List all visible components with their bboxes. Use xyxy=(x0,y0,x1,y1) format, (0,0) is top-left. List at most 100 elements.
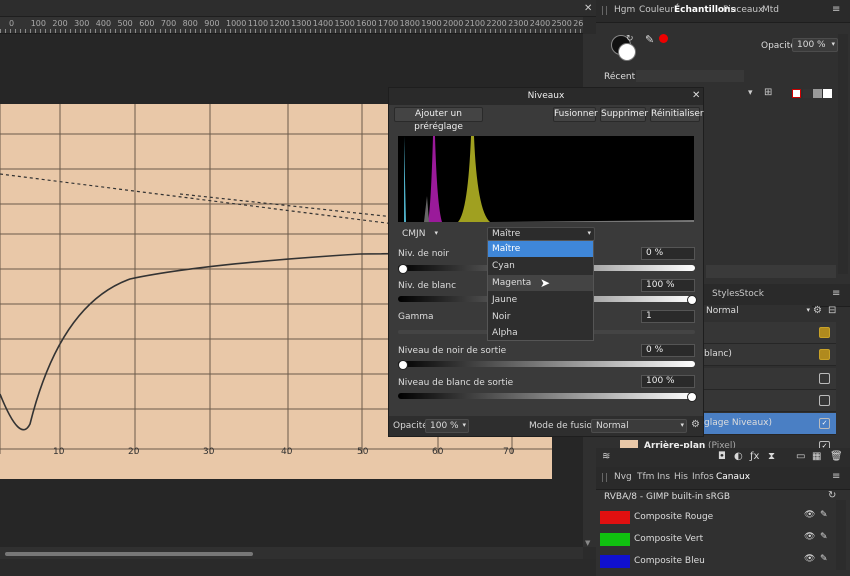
visibility-checkbox[interactable] xyxy=(819,327,830,338)
edit-icon[interactable]: ✎ xyxy=(820,532,828,542)
channel-option-jaune[interactable]: Jaune xyxy=(488,292,593,308)
black-level-knob[interactable] xyxy=(398,264,408,274)
channels-scrollbar[interactable] xyxy=(836,500,846,570)
ruler-label: 900 xyxy=(204,19,220,28)
tab-tfm[interactable]: Tfm xyxy=(637,472,654,482)
ruler-label: 2200 xyxy=(486,19,507,28)
add-layer-icon[interactable]: ▦ xyxy=(812,451,821,462)
channel-dropdown[interactable]: Maître ▾ xyxy=(487,227,595,241)
channel-option-alpha[interactable]: Alpha xyxy=(488,325,593,341)
black-swatch[interactable] xyxy=(803,89,812,98)
panel-scrollbar[interactable] xyxy=(838,34,848,274)
blend-mode-value: Normal xyxy=(706,306,739,316)
trash-icon[interactable]: 🗑 xyxy=(830,451,843,462)
channel-option-cyan[interactable]: Cyan xyxy=(488,258,593,274)
ruler-label: 1000 xyxy=(226,19,247,28)
visibility-checkbox[interactable] xyxy=(819,373,830,384)
reset-button[interactable]: Réinitialiser xyxy=(650,107,704,122)
fx-icon[interactable]: ƒx xyxy=(750,451,759,462)
lock-icon[interactable]: ⊟ xyxy=(828,305,836,316)
tab-pinceaux[interactable]: Pinceaux xyxy=(723,5,763,15)
visibility-checkbox[interactable] xyxy=(819,395,830,406)
dialog-opacity-dropdown[interactable]: 100 % ▾ xyxy=(425,419,469,433)
edit-icon[interactable]: ✎ xyxy=(820,554,828,564)
channel-option-noir[interactable]: Noir xyxy=(488,309,593,325)
adjustment-icon[interactable]: ◐ xyxy=(734,451,743,462)
tab-mtd[interactable]: Mtd xyxy=(762,5,779,15)
eye-icon[interactable]: 👁 xyxy=(804,510,815,520)
merge-button[interactable]: Fusionner xyxy=(553,107,598,122)
ruler-label: 500 xyxy=(117,19,133,28)
output-white-field[interactable]: 100 % xyxy=(641,375,695,388)
folder-icon[interactable]: ▭ xyxy=(796,451,805,462)
channel-row[interactable]: Composite Rouge 👁 ✎ xyxy=(596,507,836,528)
delete-button[interactable]: Supprimer xyxy=(600,107,648,122)
panel-menu-icon[interactable]: ≡ xyxy=(832,288,840,299)
channel-row[interactable]: Composite Vert 👁 ✎ xyxy=(596,529,836,550)
white-level-field[interactable]: 100 % xyxy=(641,279,695,292)
tab-canaux[interactable]: Canaux xyxy=(716,472,750,482)
visibility-checkbox[interactable]: ✓ xyxy=(819,418,830,429)
channel-row[interactable]: Composite Bleu 👁 ✎ xyxy=(596,551,836,576)
ruler-label: 1300 xyxy=(291,19,312,28)
panel-menu-icon[interactable]: ≡ xyxy=(832,471,840,482)
color-mode-dropdown[interactable]: CMJN ▾ xyxy=(398,228,440,242)
add-preset-button[interactable]: Ajouter un préréglage xyxy=(394,107,483,132)
tab-nvg[interactable]: Nvg xyxy=(614,472,632,482)
no-color-swatch[interactable] xyxy=(792,89,801,98)
picked-color-dot xyxy=(659,34,668,43)
output-white-slider[interactable] xyxy=(398,393,695,399)
eye-icon[interactable]: 👁 xyxy=(804,554,815,564)
white-swatch[interactable] xyxy=(823,89,832,98)
graph-axis-label: 20 xyxy=(128,447,140,457)
black-level-field[interactable]: 0 % xyxy=(641,247,695,260)
layers-icon[interactable]: ≋ xyxy=(602,451,610,462)
gear-icon[interactable]: ⚙ xyxy=(691,419,700,430)
output-black-slider[interactable] xyxy=(398,361,695,367)
swap-colors-icon[interactable]: ↻ xyxy=(626,34,634,44)
tab-stock[interactable]: Stock xyxy=(739,289,764,299)
channel-value: Maître xyxy=(492,229,521,239)
live-filter-icon[interactable]: ⧗ xyxy=(768,451,775,462)
channel-option-maitre[interactable]: Maître xyxy=(488,241,593,257)
dialog-blend-value: Normal xyxy=(596,421,629,431)
panel-grip-icon[interactable] xyxy=(602,6,607,15)
document-tab-bar: ✕ xyxy=(0,0,596,17)
eye-icon[interactable]: 👁 xyxy=(804,532,815,542)
channel-name: Composite Vert xyxy=(634,534,704,544)
opacity-dropdown[interactable]: 100 % ▾ xyxy=(792,38,838,52)
tab-infos[interactable]: Infos xyxy=(692,472,714,482)
panel-menu-icon[interactable]: ≡ xyxy=(832,4,840,15)
white-level-knob[interactable] xyxy=(687,295,697,305)
tab-hgm[interactable]: Hgm xyxy=(614,5,635,15)
dialog-blend-dropdown[interactable]: Normal ▾ xyxy=(591,419,687,433)
close-icon[interactable]: ✕ xyxy=(692,90,700,101)
edit-icon[interactable]: ✎ xyxy=(820,510,828,520)
status-bar xyxy=(0,559,596,576)
tab-couleur[interactable]: Couleur xyxy=(639,5,674,15)
horizontal-ruler: 0 100 200 300 400 500 600 700 800 900 1000 1100 1200… xyxy=(0,17,583,34)
tab-styles[interactable]: Styles xyxy=(712,289,739,299)
visibility-checkbox[interactable] xyxy=(819,349,830,360)
output-black-field[interactable]: 0 % xyxy=(641,344,695,357)
mask-icon[interactable]: ◘ xyxy=(718,451,726,462)
channel-dropdown-list: Maître Cyan Magenta Jaune Noir Alpha xyxy=(487,240,594,341)
horizontal-scroll-thumb[interactable] xyxy=(5,552,253,556)
tab-his[interactable]: His xyxy=(674,472,688,482)
tab-ins[interactable]: Ins xyxy=(657,472,670,482)
output-white-knob[interactable] xyxy=(687,392,697,402)
color-picker-icon[interactable]: ✎ xyxy=(645,33,654,46)
close-document-icon[interactable]: ✕ xyxy=(584,3,592,14)
output-black-knob[interactable] xyxy=(398,360,408,370)
blend-mode-dropdown[interactable]: Normal ▾ xyxy=(702,305,812,319)
gray-swatch[interactable] xyxy=(813,89,822,98)
gear-icon[interactable]: ⚙ xyxy=(813,305,822,316)
grid-view-icon[interactable]: ⊞ xyxy=(764,87,772,98)
chevron-down-icon: ▾ xyxy=(587,229,591,237)
recent-swatches[interactable] xyxy=(636,70,744,82)
gamma-field[interactable]: 1 xyxy=(641,310,695,323)
dialog-footer: Opacité: 100 % ▾ Mode de fusion: Normal … xyxy=(389,416,703,436)
panel-grip-icon[interactable] xyxy=(602,473,607,482)
chevron-down-icon[interactable]: ▾ xyxy=(748,88,753,98)
secondary-color-well[interactable] xyxy=(618,43,636,61)
